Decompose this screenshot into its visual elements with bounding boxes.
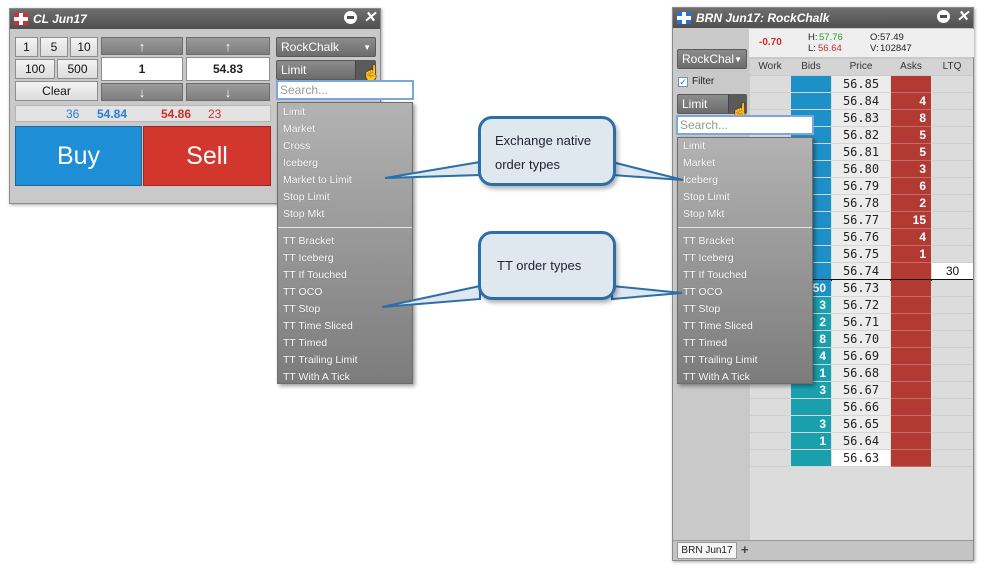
callout-exchange-native: Exchange native order types — [478, 116, 616, 186]
callout-exchange-text: Exchange native order types — [495, 133, 592, 172]
callout-tt-order-types: TT order types — [478, 231, 616, 300]
callout-tt-text: TT order types — [497, 257, 582, 273]
